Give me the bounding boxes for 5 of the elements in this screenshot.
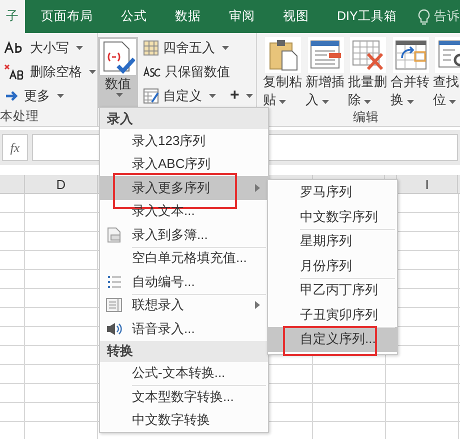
menu-section-header: 转换 — [100, 340, 268, 362]
menu-section-header: 录入 — [100, 108, 268, 129]
tell-me-text: 告诉 — [434, 8, 460, 25]
group-label: 编辑 — [352, 109, 380, 126]
group-label: 本处理 — [0, 108, 40, 125]
